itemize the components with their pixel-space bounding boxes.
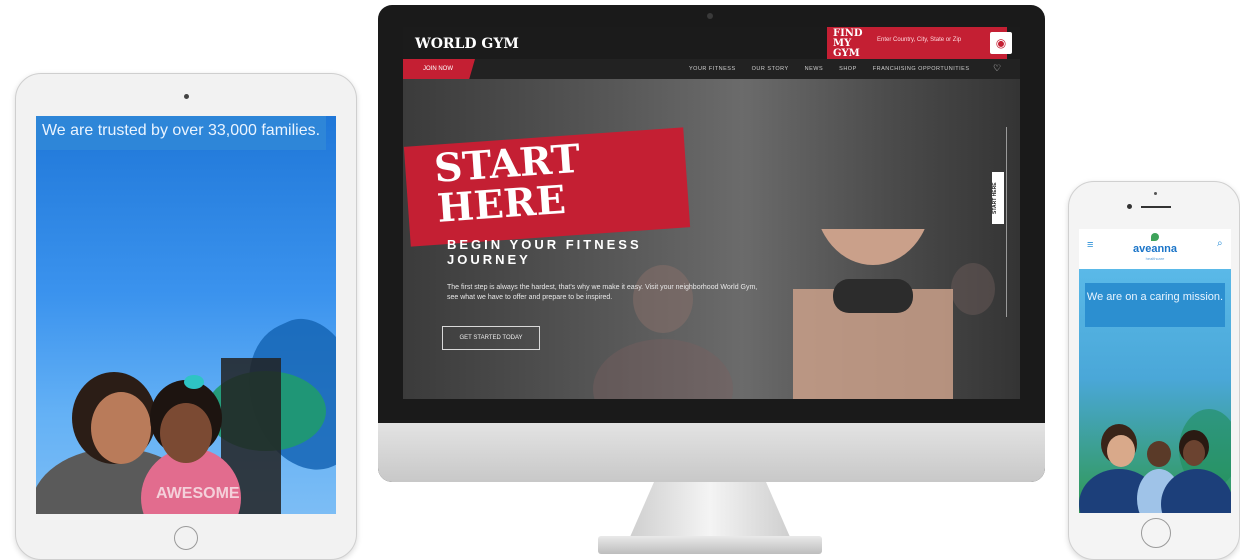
aveanna-logo[interactable]: aveanna (1079, 243, 1231, 255)
find-gym-bar: FIND MY GYM Enter Country, City, State o… (827, 27, 1007, 59)
location-pin-icon[interactable]: ♡ (993, 63, 1001, 74)
hero-section: START HERE BEGIN YOUR FITNESS JOURNEY Th… (403, 79, 1020, 399)
main-nav: JOIN NOW YOUR FITNESS OUR STORY NEWS SHO… (403, 59, 1020, 79)
locate-button[interactable]: ◉ (990, 32, 1012, 54)
search-icon[interactable]: ⌕ (1217, 238, 1223, 249)
home-button[interactable] (174, 526, 198, 550)
nav-our-story[interactable]: OUR STORY (752, 66, 789, 72)
monitor-stand (630, 482, 790, 537)
location-search-input[interactable]: Enter Country, City, State or Zip (877, 37, 961, 43)
site-header: WORLD GYM FIND MY GYM Enter Country, Cit… (403, 27, 1020, 59)
hero-copy: The first step is always the hardest, th… (447, 284, 758, 301)
family-photo: AWESOME (36, 358, 281, 514)
monitor-chin (378, 423, 1045, 482)
desktop-monitor: WORLD GYM FIND MY GYM Enter Country, Cit… (378, 5, 1045, 482)
home-button[interactable] (1141, 518, 1171, 548)
speaker-grille (1141, 206, 1171, 208)
hero-title-line-2: HERE (435, 176, 568, 232)
camera-icon (184, 94, 189, 99)
phone-device: ≡ aveanna healthcare ⌕ We are on a carin… (1068, 181, 1240, 560)
svg-text:AWESOME: AWESOME (156, 485, 240, 502)
aveanna-logo-sub: healthcare (1145, 256, 1165, 261)
caregiver-photo (1079, 409, 1231, 513)
monitor-base (598, 536, 822, 554)
nav-franchising[interactable]: FRANCHISING OPPORTUNITIES (873, 66, 970, 72)
tablet-device: We are trusted by over 33,000 families. … (15, 73, 357, 560)
mobile-header: ≡ aveanna healthcare ⌕ (1079, 229, 1231, 269)
side-tab-label: START HERE (992, 182, 998, 214)
camera-icon (707, 13, 713, 19)
hero-subtitle: BEGIN YOUR FITNESS JOURNEY (447, 237, 642, 267)
desktop-screen: WORLD GYM FIND MY GYM Enter Country, Cit… (403, 27, 1020, 399)
nav-your-fitness[interactable]: YOUR FITNESS (689, 66, 736, 72)
get-started-button[interactable]: GET STARTED TODAY (442, 326, 540, 350)
nav-items: YOUR FITNESS OUR STORY NEWS SHOP FRANCHI… (689, 59, 970, 79)
tablet-screen: We are trusted by over 33,000 families. … (36, 116, 336, 514)
find-gym-label: FIND MY GYM (833, 28, 863, 59)
sensor-icon (1127, 204, 1132, 209)
hero-title: START HERE (433, 136, 584, 232)
phone-screen: ≡ aveanna healthcare ⌕ We are on a carin… (1079, 229, 1231, 513)
camera-icon (1154, 192, 1157, 195)
nav-shop[interactable]: SHOP (839, 66, 857, 72)
scroll-track (1006, 127, 1007, 317)
nav-news[interactable]: NEWS (805, 66, 824, 72)
tablet-headline: We are trusted by over 33,000 families. (36, 116, 326, 150)
join-now-button[interactable]: JOIN NOW (403, 59, 475, 79)
world-gym-logo[interactable]: WORLD GYM (415, 36, 519, 52)
aveanna-leaf-icon (1151, 233, 1159, 241)
target-icon: ◉ (995, 36, 1007, 50)
mobile-headline: We are on a caring mission. (1085, 283, 1225, 327)
